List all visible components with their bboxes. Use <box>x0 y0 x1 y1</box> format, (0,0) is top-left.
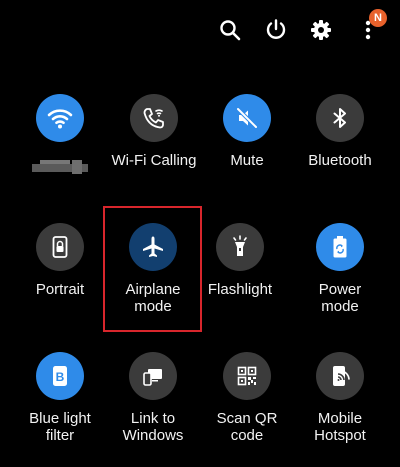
tile-label: Wi-Fi Calling <box>111 152 197 169</box>
tile-label: Flashlight <box>207 281 273 298</box>
tile-label: Mobile Hotspot <box>314 410 366 444</box>
tile-bluetooth[interactable]: Bluetooth <box>292 94 388 169</box>
bluetooth-icon[interactable] <box>316 94 364 142</box>
tile-label: Scan QR code <box>216 410 278 444</box>
tile-wifi-calling[interactable]: Wi-Fi Calling <box>106 94 202 169</box>
flashlight-icon[interactable] <box>216 223 264 271</box>
tile-portrait[interactable]: Portrait <box>12 223 108 298</box>
tile-mute[interactable]: Mute <box>199 94 295 169</box>
tile-label: Portrait <box>35 281 85 298</box>
tile-scan-qr-code[interactable]: Scan QR code <box>199 352 295 444</box>
blue-light-filter-icon[interactable]: B <box>36 352 84 400</box>
tile-flashlight[interactable]: Flashlight <box>192 223 288 298</box>
tile-label: Link to Windows <box>122 410 184 444</box>
airplane-mode-highlight-box <box>103 206 202 332</box>
tile-wifi[interactable] <box>12 94 108 174</box>
wifi-calling-icon[interactable] <box>130 94 178 142</box>
power-icon[interactable] <box>262 16 290 44</box>
tile-label: Mute <box>230 152 264 169</box>
mute-icon[interactable] <box>223 94 271 142</box>
tile-label: Blue light filter <box>29 410 91 444</box>
search-icon[interactable] <box>216 16 244 44</box>
wifi-network-name-redacted <box>32 160 88 174</box>
tile-power-mode[interactable]: Power mode <box>292 223 388 315</box>
battery-recycle-icon[interactable] <box>316 223 364 271</box>
notification-badge: N <box>369 9 387 27</box>
wifi-icon[interactable] <box>36 94 84 142</box>
svg-text:B: B <box>56 370 65 384</box>
link-to-windows-icon[interactable] <box>129 352 177 400</box>
tile-label: Bluetooth <box>308 152 372 169</box>
tile-blue-light-filter[interactable]: B Blue light filter <box>12 352 108 444</box>
tile-link-to-windows[interactable]: Link to Windows <box>105 352 201 444</box>
tile-mobile-hotspot[interactable]: Mobile Hotspot <box>292 352 388 444</box>
tile-label: Power mode <box>318 281 362 315</box>
hotspot-icon[interactable] <box>316 352 364 400</box>
qr-code-icon[interactable] <box>223 352 271 400</box>
portrait-lock-icon[interactable] <box>36 223 84 271</box>
gear-icon[interactable] <box>307 16 335 44</box>
